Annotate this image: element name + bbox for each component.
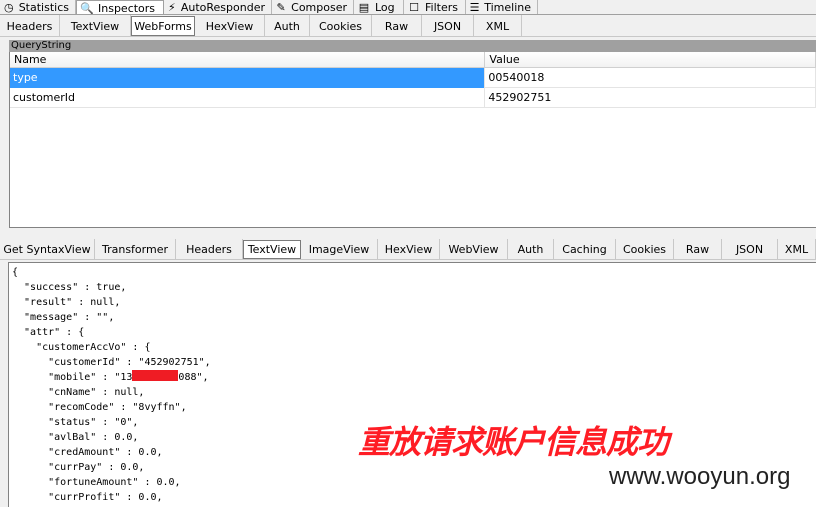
req-tab-auth[interactable]: Auth (265, 15, 310, 36)
column-header-value[interactable]: Value (485, 52, 816, 68)
annotation-overlay-text: 重放请求账户信息成功 (358, 423, 669, 461)
req-tab-headers[interactable]: Headers (0, 15, 60, 36)
tab-timeline[interactable]: ☰ Timeline (466, 0, 538, 14)
tab-filters[interactable]: ☐ Filters (404, 0, 466, 14)
tab-log[interactable]: ▤ Log (354, 0, 404, 14)
tab-statistics[interactable]: ◷ Statistics (0, 0, 76, 14)
lightning-icon: ⚡ (168, 1, 176, 14)
grid-header: Name Value (10, 52, 816, 68)
resp-tab-syntaxview[interactable]: Get SyntaxView (0, 239, 95, 259)
resp-tab-textview[interactable]: TextView (243, 240, 301, 259)
request-inspector-tabs: Headers TextView WebForms HexView Auth C… (0, 15, 816, 37)
param-name: customerId (10, 88, 486, 108)
mobile-suffix: 088", (178, 372, 209, 383)
req-tab-cookies[interactable]: Cookies (310, 15, 372, 36)
resp-tab-cookies[interactable]: Cookies (616, 239, 674, 259)
tab-autoresponder[interactable]: ⚡ AutoResponder (164, 0, 272, 14)
tab-label: Statistics (18, 1, 69, 14)
column-header-name[interactable]: Name (10, 52, 486, 68)
code-line: "success" : true, (12, 282, 127, 293)
checkbox-icon: ☐ (409, 1, 419, 14)
param-name: type (10, 68, 486, 88)
code-line: "attr" : { (12, 327, 85, 338)
req-tab-hexview[interactable]: HexView (195, 15, 265, 36)
magnifier-icon: 🔍 (80, 1, 94, 15)
resp-tab-caching[interactable]: Caching (554, 239, 616, 259)
tab-label: Inspectors (98, 1, 156, 15)
panel-splitter[interactable] (0, 229, 816, 239)
tab-composer[interactable]: ✎ Composer (272, 0, 354, 14)
code-line: "message" : "", (12, 312, 115, 323)
code-line: "currProfit" : 0.0, (12, 492, 163, 503)
timeline-icon: ☰ (469, 1, 480, 14)
table-row[interactable]: type 00540018 (10, 68, 816, 88)
resp-tab-xml[interactable]: XML (778, 239, 816, 259)
redaction-block (132, 370, 179, 381)
clock-icon: ◷ (4, 1, 14, 14)
tab-label: Log (375, 1, 395, 14)
querystring-grid: Name Value type 00540018 customerId 4529… (9, 52, 816, 228)
resp-tab-hexview[interactable]: HexView (378, 239, 440, 259)
watermark: www.wooyun.org (609, 463, 791, 490)
resp-tab-json[interactable]: JSON (722, 239, 778, 259)
table-row[interactable]: customerId 452902751 (10, 88, 816, 108)
tab-label: AutoResponder (180, 1, 265, 14)
resp-tab-headers[interactable]: Headers (176, 239, 243, 259)
tab-label: Timeline (484, 1, 531, 14)
code-line: "customerId" : "452902751", (12, 357, 211, 368)
mobile-prefix: "mobile" : "13 (12, 372, 133, 383)
resp-tab-auth[interactable]: Auth (508, 239, 554, 259)
code-line: "recomCode" : "8vyffn", (12, 402, 187, 413)
req-tab-webforms[interactable]: WebForms (131, 16, 195, 36)
req-tab-xml[interactable]: XML (474, 15, 522, 36)
code-line: "customerAccVo" : { (12, 342, 151, 353)
tab-label: Composer (291, 1, 347, 14)
response-inspector-tabs: Get SyntaxView Transformer Headers TextV… (0, 239, 816, 260)
querystring-title: QueryString (9, 40, 816, 52)
code-line: "cnName" : null, (12, 387, 145, 398)
tab-label: Filters (425, 1, 458, 14)
param-value: 452902751 (485, 88, 816, 108)
req-tab-json[interactable]: JSON (422, 15, 474, 36)
code-line-mobile: "mobile" : "13 088", (9, 370, 816, 385)
tab-inspectors[interactable]: 🔍 Inspectors (76, 0, 164, 15)
req-tab-textview[interactable]: TextView (60, 15, 131, 36)
main-tab-strip: ◷ Statistics 🔍 Inspectors ⚡ AutoResponder ✎… (0, 0, 816, 15)
param-value: 00540018 (485, 68, 816, 88)
code-line: { (12, 267, 19, 278)
pencil-icon: ✎ (276, 1, 286, 14)
req-tab-raw[interactable]: Raw (372, 15, 422, 36)
resp-tab-webview[interactable]: WebView (440, 239, 508, 259)
code-line: "result" : null, (12, 297, 121, 308)
resp-tab-transformer[interactable]: Transformer (95, 239, 176, 259)
resp-tab-raw[interactable]: Raw (674, 239, 722, 259)
resp-tab-imageview[interactable]: ImageView (301, 239, 378, 259)
log-icon: ▤ (358, 1, 370, 14)
